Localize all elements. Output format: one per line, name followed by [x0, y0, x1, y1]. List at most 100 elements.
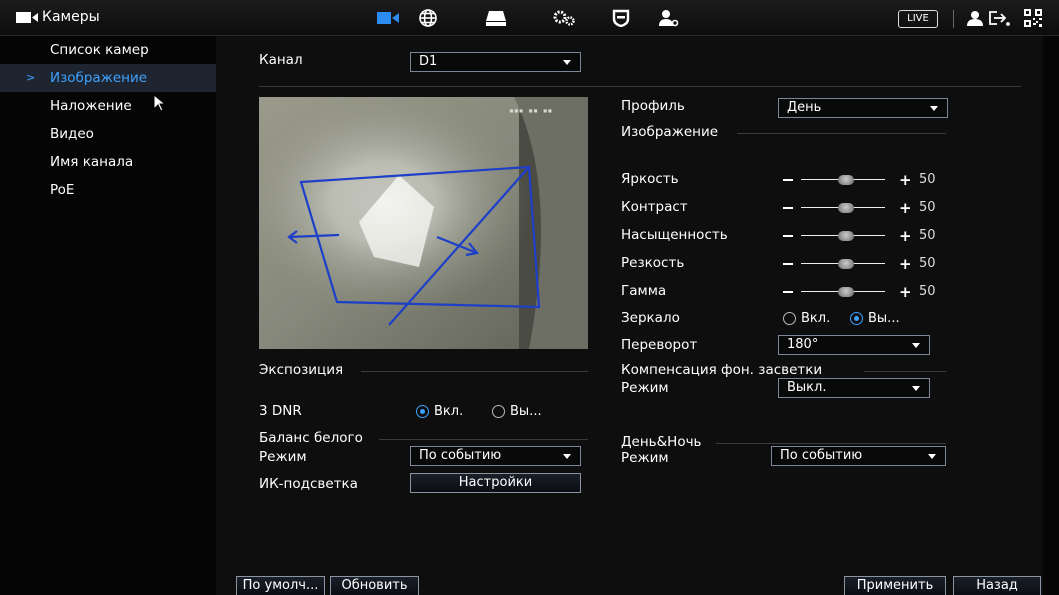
sharpness-value: 50 [919, 256, 936, 271]
apply-button[interactable]: Применить [844, 576, 946, 595]
sharpness-label: Резкость [621, 255, 685, 271]
sidebar-item-poe[interactable]: PoE [0, 176, 216, 204]
dnr-label: 3 DNR [259, 403, 302, 419]
flip-label: Переворот [621, 337, 698, 353]
sidebar-item-camera-list[interactable]: Список камер [0, 36, 216, 64]
profile-value: День [787, 100, 822, 115]
day-night-section-title: День&Ночь [621, 434, 702, 450]
camera-nav-icon[interactable] [376, 6, 400, 30]
divider [259, 86, 1021, 87]
sidebar-item-video[interactable]: Видео [0, 120, 216, 148]
brightness-value: 50 [919, 172, 936, 187]
sidebar-item-label: Изображение [50, 70, 148, 86]
channel-select[interactable]: D1 [410, 52, 581, 72]
chevron-down-icon [563, 454, 571, 459]
minus-icon[interactable] [783, 235, 793, 237]
security-nav-icon[interactable] [609, 6, 633, 30]
sidebar: Список камер > Изображение Наложение Вид… [0, 36, 216, 595]
radio-selected-icon[interactable] [416, 405, 429, 418]
saturation-label: Насыщенность [621, 227, 728, 243]
plus-icon[interactable]: + [899, 171, 912, 189]
divider [953, 10, 954, 28]
saturation-value: 50 [919, 228, 936, 243]
mirror-on-radio[interactable]: Вкл. [783, 311, 830, 326]
brightness-label: Яркость [621, 171, 679, 187]
backlight-section-title: Компенсация фон. засветки [621, 362, 823, 378]
minus-icon[interactable] [783, 291, 793, 293]
radio-icon[interactable] [783, 312, 796, 325]
settings-nav-icon[interactable] [552, 6, 576, 30]
minus-icon[interactable] [783, 263, 793, 265]
plus-icon[interactable]: + [899, 199, 912, 217]
white-balance-section-title: Баланс белого [259, 430, 363, 446]
minus-icon[interactable] [783, 207, 793, 209]
chevron-down-icon [930, 106, 938, 111]
refresh-button[interactable]: Обновить [330, 576, 419, 595]
chevron-down-icon [912, 386, 920, 391]
image-settings-panel: Канал D1 ▪▪▪ ▪▪ ▪▪ Профиль День Изображе… [216, 36, 1043, 595]
ir-settings-button[interactable]: Настройки [410, 473, 581, 493]
contrast-slider[interactable]: + [783, 199, 923, 217]
qr-code-icon[interactable] [1021, 6, 1045, 30]
divider [864, 371, 946, 372]
default-button[interactable]: По умолч... [236, 576, 325, 595]
user-icon[interactable] [963, 6, 987, 30]
day-night-mode-value: По событию [780, 448, 863, 463]
mirror-label: Зеркало [621, 310, 680, 326]
day-night-mode-select[interactable]: По событию [771, 446, 946, 466]
profile-label: Профиль [621, 98, 685, 114]
sidebar-item-channel-name[interactable]: Имя канала [0, 148, 216, 176]
storage-nav-icon[interactable] [484, 6, 508, 30]
brightness-slider[interactable]: + [783, 171, 923, 189]
saturation-slider[interactable]: + [783, 227, 923, 245]
slider-handle[interactable] [838, 259, 854, 269]
gamma-slider[interactable]: + [783, 283, 923, 301]
flip-value: 180° [787, 337, 819, 352]
white-balance-mode-label: Режим [259, 449, 307, 465]
profile-select[interactable]: День [778, 98, 948, 118]
divider [716, 443, 946, 444]
dnr-on-radio[interactable]: Вкл. [416, 404, 463, 419]
backlight-mode-label: Режим [621, 380, 669, 396]
slider-handle[interactable] [838, 287, 854, 297]
camera-preview[interactable]: ▪▪▪ ▪▪ ▪▪ [259, 97, 588, 349]
chevron-right-icon: > [26, 71, 36, 84]
sidebar-item-image[interactable]: > Изображение [0, 64, 216, 92]
live-button[interactable]: LIVE [898, 10, 938, 28]
logout-icon[interactable] [987, 6, 1011, 30]
radio-label: Вы... [868, 311, 900, 326]
slider-handle[interactable] [838, 231, 854, 241]
network-nav-icon[interactable] [416, 6, 440, 30]
backlight-mode-value: Выкл. [787, 380, 827, 395]
minus-icon[interactable] [783, 179, 793, 181]
white-balance-mode-select[interactable]: По событию [410, 446, 581, 466]
account-nav-icon[interactable] [657, 6, 681, 30]
sidebar-item-overlay[interactable]: Наложение [0, 92, 216, 120]
sidebar-item-label: Наложение [50, 98, 132, 114]
gamma-value: 50 [919, 284, 936, 299]
slider-handle[interactable] [838, 175, 854, 185]
plus-icon[interactable]: + [899, 227, 912, 245]
image-section-title: Изображение [621, 124, 719, 140]
chevron-down-icon [928, 454, 936, 459]
sidebar-item-label: Имя канала [50, 154, 134, 170]
camera-icon [16, 12, 38, 23]
radio-selected-icon[interactable] [850, 312, 863, 325]
sharpness-slider[interactable]: + [783, 255, 923, 273]
radio-icon[interactable] [492, 405, 505, 418]
mirror-off-radio[interactable]: Вы... [850, 311, 900, 326]
plus-icon[interactable]: + [899, 283, 912, 301]
back-button[interactable]: Назад [953, 576, 1041, 595]
day-night-mode-label: Режим [621, 450, 669, 466]
slider-handle[interactable] [838, 203, 854, 213]
mouse-cursor-icon [153, 94, 167, 112]
window-edge [1043, 36, 1059, 595]
plus-icon[interactable]: + [899, 255, 912, 273]
sidebar-item-label: Видео [50, 126, 94, 142]
flip-select[interactable]: 180° [778, 335, 930, 355]
contrast-value: 50 [919, 200, 936, 215]
dnr-off-radio[interactable]: Вы... [492, 404, 542, 419]
radio-label: Вы... [510, 404, 542, 419]
chevron-down-icon [912, 343, 920, 348]
backlight-mode-select[interactable]: Выкл. [778, 378, 930, 398]
